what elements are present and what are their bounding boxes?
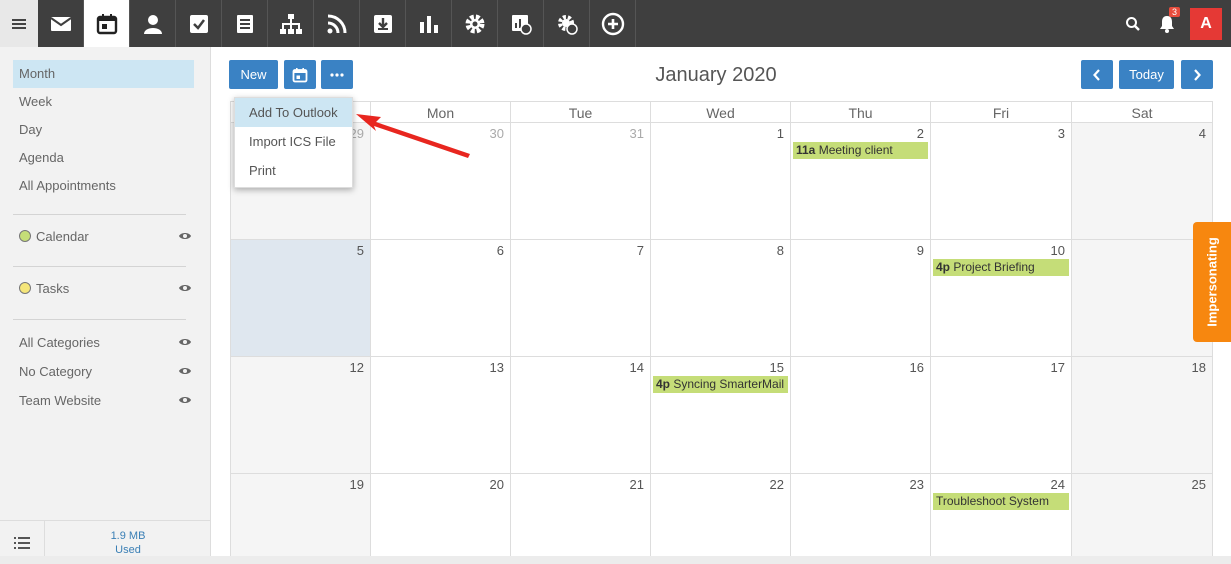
impersonating-tab[interactable]: Impersonating	[1193, 222, 1231, 342]
impersonating-label: Impersonating	[1204, 237, 1220, 327]
horizontal-scrollbar[interactable]	[0, 556, 1231, 564]
annotation-arrow	[356, 114, 470, 158]
